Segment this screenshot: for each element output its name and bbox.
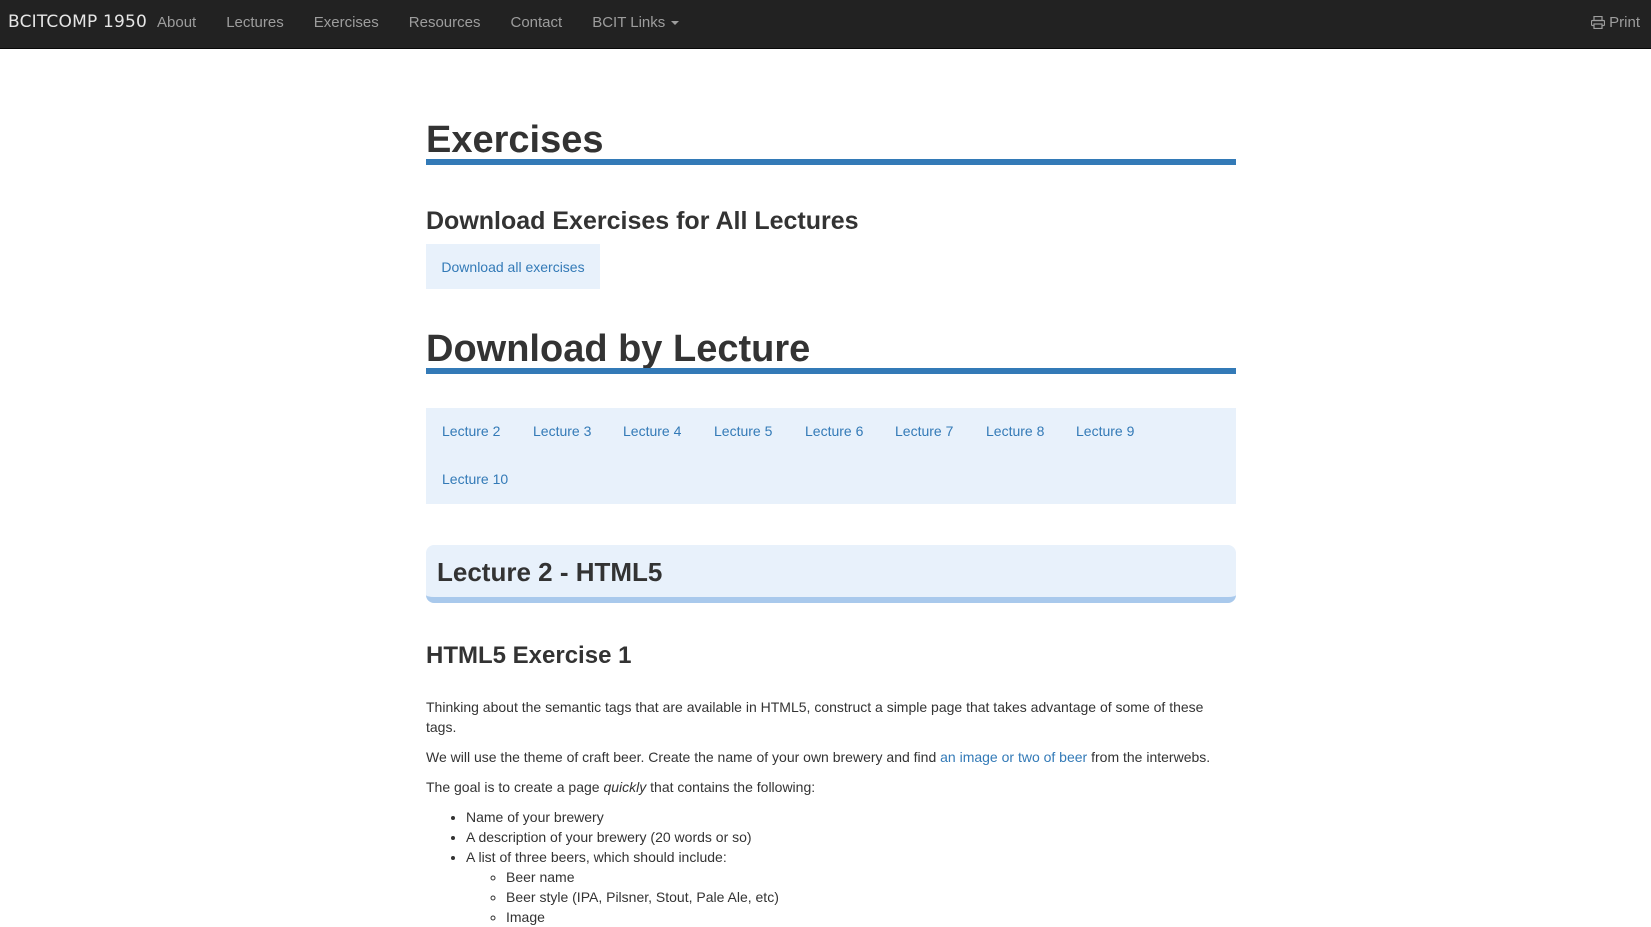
download-by-lecture-title: Download by Lecture: [426, 328, 811, 370]
exercise-body: Thinking about the semantic tags that ar…: [426, 697, 1236, 927]
caret-down-icon: [671, 21, 680, 26]
lecture-link-9[interactable]: Lecture 9: [1076, 423, 1134, 439]
top-navbar: BCITCOMP 1950 About Lectures Exercises R…: [0, 0, 1651, 49]
print-icon: [1591, 16, 1606, 29]
nav-resources[interactable]: Resources: [409, 14, 481, 31]
brand-link[interactable]: BCITCOMP 1950: [8, 12, 147, 32]
nav-bcit-links-dropdown[interactable]: BCIT Links: [592, 14, 680, 31]
sub-list-item: Beer style (IPA, Pilsner, Stout, Pale Al…: [506, 887, 1236, 907]
paragraph: The goal is to create a page quickly tha…: [426, 777, 1236, 797]
list-item-text: A list of three beers, which should incl…: [466, 849, 727, 865]
beer-image-link[interactable]: an image or two of beer: [940, 749, 1087, 765]
nav-about[interactable]: About: [157, 14, 196, 31]
paragraph: We will use the theme of craft beer. Cre…: [426, 747, 1236, 767]
title-underline: [426, 159, 1236, 165]
download-all-heading: Download Exercises for All Lectures: [426, 207, 859, 235]
nav-contact[interactable]: Contact: [510, 14, 562, 31]
download-all-panel: Download all exercises: [426, 244, 600, 289]
nav-exercises[interactable]: Exercises: [314, 14, 379, 31]
paragraph-text: The goal is to create a page: [426, 779, 604, 795]
lecture-link-5[interactable]: Lecture 5: [714, 423, 772, 439]
requirements-list: Name of your brewery A description of yo…: [426, 807, 1236, 927]
list-item: Name of your brewery: [466, 807, 1236, 827]
download-all-link[interactable]: Download all exercises: [441, 259, 584, 275]
list-item: A list of three beers, which should incl…: [466, 847, 1236, 927]
sub-list-item: Beer name: [506, 867, 1236, 887]
sub-list-item: Image: [506, 907, 1236, 927]
nav-menu: About Lectures Exercises Resources Conta…: [157, 14, 709, 31]
lecture-link-3[interactable]: Lecture 3: [533, 423, 591, 439]
lecture-link-7[interactable]: Lecture 7: [895, 423, 953, 439]
emphasis-text: quickly: [603, 779, 647, 795]
lecture-link-2[interactable]: Lecture 2: [442, 423, 500, 439]
paragraph-text: from the interwebs.: [1087, 749, 1211, 765]
lecture-link-4[interactable]: Lecture 4: [623, 423, 681, 439]
paragraph-text: We will use the theme of craft beer. Cre…: [426, 749, 941, 765]
lecture-links-panel: Lecture 2 Lecture 3 Lecture 4 Lecture 5 …: [426, 408, 1236, 504]
section-underline: [426, 368, 1236, 374]
beer-details-list: Beer name Beer style (IPA, Pilsner, Stou…: [466, 867, 1236, 927]
lecture-link-10[interactable]: Lecture 10: [442, 471, 508, 487]
list-item: A description of your brewery (20 words …: [466, 827, 1236, 847]
exercise-title: HTML5 Exercise 1: [426, 642, 632, 669]
print-button[interactable]: Print: [1591, 14, 1640, 31]
lecture-section-header: Lecture 2 - HTML5: [426, 545, 1236, 603]
lecture-section-title: Lecture 2 - HTML5: [437, 557, 663, 587]
page-title: Exercises: [426, 119, 604, 161]
nav-bcit-links-label: BCIT Links: [592, 14, 666, 31]
lecture-link-8[interactable]: Lecture 8: [986, 423, 1044, 439]
paragraph: Thinking about the semantic tags that ar…: [426, 699, 1204, 735]
paragraph-text: that contains the following:: [646, 779, 816, 795]
print-label: Print: [1609, 14, 1640, 31]
lecture-link-6[interactable]: Lecture 6: [805, 423, 863, 439]
nav-lectures[interactable]: Lectures: [226, 14, 284, 31]
